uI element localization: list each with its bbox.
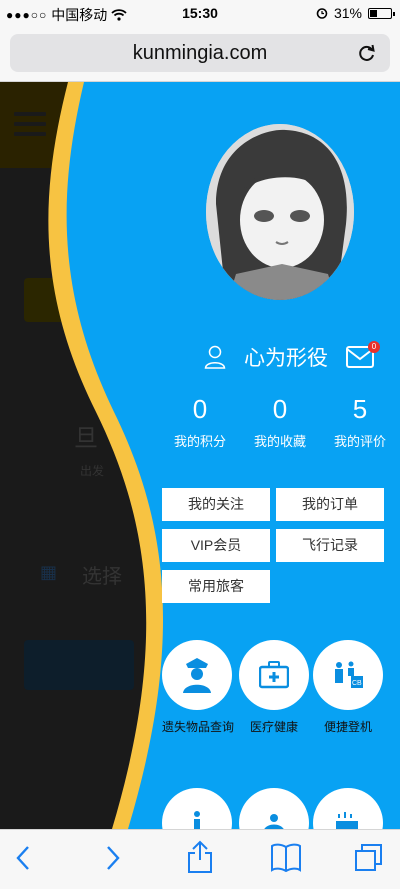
side-drawer: 心为形役 0 0 我的积分 0 我的收藏 5 我的评价 我的关注 我的订单 VI… <box>120 82 400 829</box>
share-icon[interactable] <box>186 840 214 874</box>
alarm-icon <box>316 8 328 19</box>
avatar[interactable] <box>206 124 354 300</box>
my-orders-button[interactable]: 我的订单 <box>276 488 384 521</box>
frequent-passengers-button[interactable]: 常用旅客 <box>162 570 270 603</box>
medical-health-service[interactable]: 医疗健康 <box>239 640 309 735</box>
battery-percent: 31% <box>333 5 362 21</box>
bookmarks-icon[interactable] <box>270 842 302 872</box>
back-icon[interactable] <box>14 844 32 872</box>
stats-row: 0 我的积分 0 我的收藏 5 我的评价 <box>160 394 400 450</box>
tabs-icon[interactable] <box>354 842 384 872</box>
browser-address-bar: kunmingia.com <box>0 28 400 82</box>
stat-value: 0 <box>192 394 208 424</box>
vip-member-button[interactable]: VIP会员 <box>162 529 270 562</box>
service-item-4[interactable] <box>162 788 232 829</box>
username: 心为形役 <box>244 347 328 370</box>
service-item-5[interactable] <box>239 788 309 829</box>
stat-points[interactable]: 0 我的积分 <box>160 394 240 450</box>
stat-value: 5 <box>352 394 368 424</box>
user-row: 心为形役 0 <box>204 341 380 372</box>
my-follows-button[interactable]: 我的关注 <box>162 488 270 521</box>
service-label: 遗失物品查询 <box>162 720 235 734</box>
browser-toolbar <box>0 829 400 889</box>
svg-text:CB: CB <box>352 680 362 687</box>
stat-favorites[interactable]: 0 我的收藏 <box>240 394 320 450</box>
boarding-icon: CB <box>335 661 363 688</box>
user-icon <box>204 345 226 369</box>
url-field[interactable]: kunmingia.com <box>10 34 390 72</box>
stat-label: 我的收藏 <box>253 434 306 449</box>
coffee-icon <box>336 812 358 829</box>
stat-reviews[interactable]: 5 我的评价 <box>320 394 400 450</box>
service-bell-icon <box>264 814 284 829</box>
service-label: 医疗健康 <box>249 720 298 734</box>
stat-value: 0 <box>272 394 288 424</box>
battery-icon <box>368 7 395 19</box>
service-label: 便捷登机 <box>323 720 372 734</box>
stat-label: 我的评价 <box>333 434 386 449</box>
forward-icon[interactable] <box>104 844 122 872</box>
status-bar: ●●●○○ 中国移动 15:30 31% <box>0 0 400 28</box>
service-item-6[interactable] <box>313 788 383 829</box>
officer-icon <box>183 658 211 693</box>
medical-kit-icon <box>259 661 289 689</box>
reload-icon[interactable] <box>358 34 376 76</box>
web-page: 旦 出发 ▦ 选择 心为形役 0 0 我的积分 0 我的收藏 5 我的评价 我的… <box>0 82 400 829</box>
stat-label: 我的积分 <box>173 434 226 449</box>
lost-items-service[interactable]: 遗失物品查询 <box>162 640 235 735</box>
flight-records-button[interactable]: 飞行记录 <box>276 529 384 562</box>
person-icon <box>194 811 200 829</box>
easy-boarding-service[interactable]: CB 便捷登机 <box>313 640 383 735</box>
url-text: kunmingia.com <box>132 42 268 64</box>
mail-button[interactable]: 0 <box>346 341 380 368</box>
notification-badge: 0 <box>368 341 380 353</box>
